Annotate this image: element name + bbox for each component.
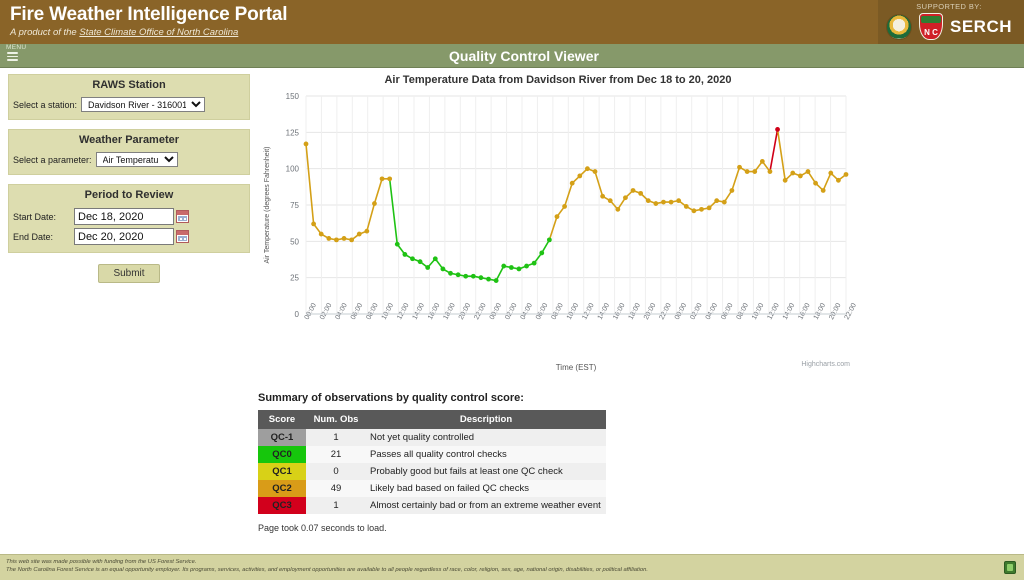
qc-num-obs: 49 [330, 483, 342, 494]
serch-logo-text: SERCH [949, 16, 1012, 36]
qc-num-obs: 1 [333, 432, 339, 443]
us-forest-service-seal-icon [885, 13, 912, 40]
svg-text:125: 125 [286, 128, 300, 137]
sponsor-logos: N C SERCH [885, 13, 1012, 40]
chart-plot-area: 025507510012515000:00 02:00 04:00 06:00 08:0… [264, 92, 858, 372]
svg-text:100: 100 [286, 165, 300, 174]
svg-text:25: 25 [290, 274, 299, 283]
brand-block: Fire Weather Intelligence Portal A produ… [0, 0, 287, 39]
qc-score-badge: QC2 [258, 480, 306, 497]
svg-text:0: 0 [295, 310, 300, 319]
supported-by-block: Supported By: N C SERCH [877, 0, 1024, 44]
column-header-description: Description [366, 410, 606, 429]
raws-station-panel-title: RAWS Station [92, 79, 166, 91]
supported-by-label: Supported By: [916, 2, 982, 11]
qc-summary-section: Summary of observations by quality contr… [258, 392, 618, 533]
svg-text:75: 75 [290, 201, 299, 210]
table-row: QC2 49 Likely bad based on failed QC check… [258, 480, 606, 497]
station-field-label: Select a station: [13, 99, 78, 110]
site-title: Fire Weather Intelligence Portal [10, 4, 288, 25]
svg-text:50: 50 [290, 237, 299, 246]
qc-description: Likely bad based on failed QC checks [370, 483, 529, 494]
site-subtitle: A product of the State Climate Office of… [10, 27, 287, 39]
parameter-select[interactable]: Air Temperature [95, 152, 178, 167]
highcharts-credit: Highcharts.com [801, 361, 850, 368]
qc-score-badge: QC-1 [258, 429, 306, 446]
qc-num-obs: 21 [330, 449, 342, 460]
qc-description: Not yet quality controlled [370, 432, 475, 443]
table-header-row: Score Num. Obs Description [258, 410, 606, 429]
qc-score-badge: QC0 [258, 446, 306, 463]
svg-text:150: 150 [286, 92, 300, 101]
submit-button[interactable]: Submit [98, 264, 160, 283]
qc-score-badge: QC1 [258, 463, 306, 480]
weather-parameter-panel: Weather Parameter Select a parameter: Ai… [8, 129, 250, 175]
raws-station-panel: RAWS Station Select a station: Davidson … [8, 74, 250, 120]
page-load-time: Page took 0.07 seconds to load. [258, 523, 387, 533]
sco-nc-link[interactable]: State Climate Office of North Carolina [79, 27, 238, 38]
qc-summary-title: Summary of observations by quality contr… [258, 392, 524, 404]
table-row: QC1 0 Probably good but fails at least one… [258, 463, 606, 480]
weather-parameter-panel-title: Weather Parameter [78, 134, 180, 146]
qc-description: Almost certainly bad or from an extreme … [370, 500, 601, 511]
qc-score-badge: QC3 [258, 497, 306, 514]
site-header: Fire Weather Intelligence Portal A produ… [0, 0, 1024, 44]
column-header-num-obs: Num. Obs [306, 410, 366, 429]
qc-summary-table: Score Num. Obs Description QC-1 1 Not yet … [258, 410, 606, 514]
start-date-label: Start Date: [13, 211, 57, 222]
qc-description: Passes all quality control checks [370, 449, 507, 460]
nc-forest-service-shield-icon: N C [918, 13, 943, 40]
start-date-input[interactable] [74, 208, 174, 225]
site-footer: This web site was made possible with fun… [0, 554, 1024, 580]
query-form-column: RAWS Station Select a station: Davidson … [8, 74, 250, 283]
table-row: QC3 1 Almost certainly bad or from an extr… [258, 497, 606, 514]
column-header-score: Score [258, 410, 306, 429]
qc-description: Probably good but fails at least one QC … [370, 466, 563, 477]
page-title: Quality Control Viewer [449, 48, 599, 64]
period-to-review-panel: Period to Review Start Date: End Date: [8, 184, 250, 253]
chart-title: Air Temperature Data from Davidson River… [384, 74, 732, 86]
nc-seal-icon [1004, 561, 1016, 574]
table-row: QC0 21 Passes all quality control checks [258, 446, 606, 463]
footer-line-1: This web site was made possible with fun… [6, 559, 197, 565]
sub-header-bar: MENU Quality Control Viewer [0, 44, 1024, 68]
station-select[interactable]: Davidson River - 316001 [81, 97, 206, 112]
end-date-calendar-icon[interactable] [176, 230, 189, 243]
page-root: Fire Weather Intelligence Portal A produ… [0, 0, 1024, 580]
svg-text:Air Temperature (degrees Fahre: Air Temperature (degrees Fahrenheit) [264, 147, 271, 264]
end-date-label: End Date: [13, 231, 54, 242]
parameter-field-label: Select a parameter: [13, 154, 92, 165]
period-panel-title: Period to Review [84, 189, 174, 201]
qc-num-obs: 1 [333, 500, 339, 511]
site-subtitle-prefix: A product of the [10, 27, 80, 38]
footer-line-2: The North Carolina Forest Service is an … [6, 567, 648, 573]
start-date-calendar-icon[interactable] [176, 210, 189, 223]
svg-text:Time (EST): Time (EST) [556, 363, 597, 372]
end-date-input[interactable] [74, 228, 174, 245]
temperature-chart: Air Temperature Data from Davidson River… [258, 72, 858, 372]
qc-num-obs: 0 [333, 466, 339, 477]
table-row: QC-1 1 Not yet quality controlled [258, 429, 606, 446]
